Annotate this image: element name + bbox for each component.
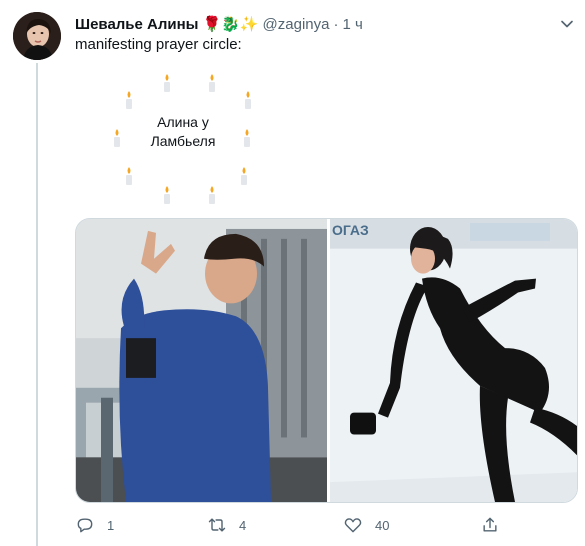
- retweet-count: 4: [239, 517, 247, 533]
- like-button[interactable]: 40: [343, 515, 389, 535]
- skater-photo[interactable]: ОГАЗ: [330, 219, 577, 502]
- tweet[interactable]: Шевалье Алины 🌹🐉✨ @zaginya · 1 ч manifes…: [0, 0, 585, 546]
- center-text-line1: Алина у: [157, 114, 209, 130]
- candle-icon: [160, 185, 174, 205]
- candle-icon: [122, 166, 136, 186]
- timestamp[interactable]: 1 ч: [342, 16, 362, 33]
- reply-count: 1: [107, 517, 115, 533]
- retweet-icon: [208, 518, 226, 532]
- candle-icon: [241, 90, 255, 110]
- thread-line: [36, 63, 38, 546]
- candle-icon: [205, 73, 219, 93]
- candle-icon: [122, 90, 136, 110]
- user-handle[interactable]: @zaginya: [263, 16, 330, 33]
- tweet-text: manifesting prayer circle:: [75, 36, 242, 53]
- more-options-button[interactable]: [556, 13, 578, 35]
- share-button[interactable]: [480, 515, 500, 535]
- chevron-down-icon: [561, 20, 573, 28]
- tweet-header: Шевалье Алины 🌹🐉✨ @zaginya · 1 ч: [75, 14, 363, 34]
- like-count: 40: [375, 517, 390, 533]
- avatar[interactable]: [13, 12, 61, 60]
- candle-icon: [240, 128, 254, 148]
- candle-icon: [160, 73, 174, 93]
- retweet-button[interactable]: 4: [207, 515, 246, 535]
- candle-icon: [205, 185, 219, 205]
- banner-text: ОГАЗ: [332, 222, 369, 238]
- reply-icon: [77, 518, 93, 533]
- separator-dot: ·: [333, 15, 339, 33]
- prayer-circle-center-text: Алина у Ламбьеля: [131, 113, 235, 151]
- share-icon: [483, 517, 497, 532]
- center-text-line2: Ламбьеля: [150, 133, 216, 149]
- name-emojis: 🌹🐉✨: [202, 15, 259, 33]
- heart-icon: [344, 518, 362, 533]
- candle-icon: [110, 128, 124, 148]
- reply-button[interactable]: 1: [75, 515, 114, 535]
- media-grid[interactable]: ОГАЗ: [75, 218, 578, 503]
- tweet-actions: 1 4 40: [75, 515, 578, 537]
- display-name[interactable]: Шевалье Алины: [75, 16, 199, 33]
- coach-photo[interactable]: [76, 219, 327, 502]
- candle-icon: [237, 166, 251, 186]
